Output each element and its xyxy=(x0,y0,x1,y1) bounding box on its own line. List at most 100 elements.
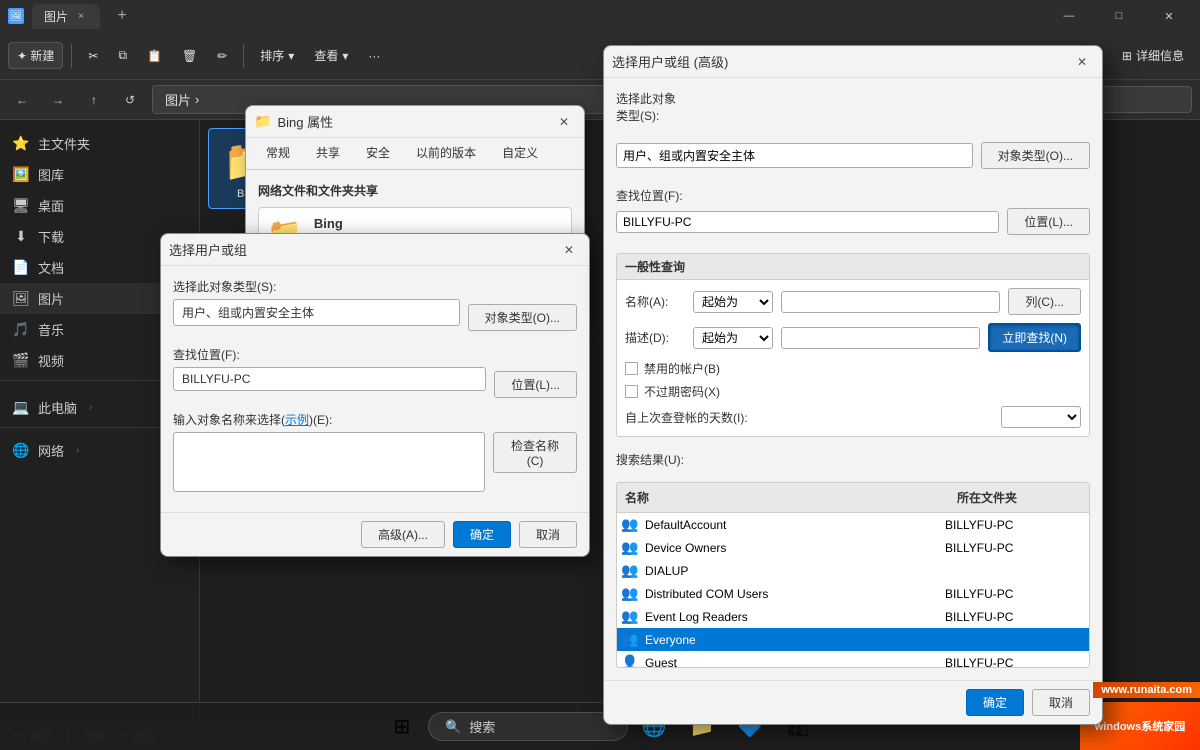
adv-cancel-btn[interactable]: 取消 xyxy=(1032,689,1090,716)
select-dialog-title: 选择用户或组 xyxy=(169,240,551,259)
disabled-account-checkbox[interactable] xyxy=(625,362,638,375)
result-row[interactable]: 👥 DIALUP xyxy=(617,559,1089,582)
sort-label: 排序 xyxy=(260,47,284,64)
result-location: BILLYFU-PC xyxy=(945,587,1085,601)
sidebar-label-documents: 文档 xyxy=(38,258,64,277)
desc-query-input[interactable] xyxy=(781,327,980,349)
network-icon: 🌐 xyxy=(12,442,30,459)
rename-button[interactable]: ✏ xyxy=(209,45,235,67)
days-select[interactable] xyxy=(1001,406,1081,428)
copy-button[interactable]: ⧉ xyxy=(110,44,135,67)
result-icon: 👥 xyxy=(621,631,641,648)
tab-share[interactable]: 共享 xyxy=(304,138,352,169)
name-condition-select[interactable]: 起始为 xyxy=(693,291,773,313)
result-row[interactable]: 👥 Everyone xyxy=(617,628,1089,651)
adv-loc-section: 查找位置(F): BILLYFU-PC 位置(L)... xyxy=(616,187,1090,235)
result-icon: 👤 xyxy=(621,654,641,667)
videos-icon: 🎬 xyxy=(12,352,30,369)
tab-general[interactable]: 常规 xyxy=(254,138,302,169)
days-label: 自上次查登帐的天数(I): xyxy=(625,409,993,426)
adv-loc-btn[interactable]: 位置(L)... xyxy=(1007,208,1090,235)
tab-close-btn[interactable]: × xyxy=(74,9,88,23)
refresh-button[interactable]: ↺ xyxy=(116,86,144,114)
detail-label: 详细信息 xyxy=(1136,47,1184,64)
search-now-btn[interactable]: 立即查找(N) xyxy=(988,323,1081,352)
select-cancel-btn[interactable]: 取消 xyxy=(519,521,577,548)
sidebar-label-downloads: 下载 xyxy=(38,227,64,246)
adv-title-bar: 选择用户或组 (高级) ✕ xyxy=(604,46,1102,78)
minimize-btn[interactable]: — xyxy=(1046,0,1092,32)
gallery-icon: 🖼️ xyxy=(12,166,30,183)
name-query-row: 名称(A): 起始为 列(C)... xyxy=(625,288,1081,315)
sort-button[interactable]: 排序▾ xyxy=(252,43,302,68)
up-button[interactable]: ↑ xyxy=(80,86,108,114)
adv-bottom-buttons: 确定 取消 xyxy=(604,680,1102,724)
sidebar-item-home[interactable]: ⭐ 主文件夹 xyxy=(0,128,199,159)
name-query-label: 名称(A): xyxy=(625,293,685,310)
bing-dialog-close[interactable]: ✕ xyxy=(552,110,576,134)
delete-icon: 🗑 xyxy=(182,49,197,63)
result-row[interactable]: 👥 Distributed COM Users BILLYFU-PC xyxy=(617,582,1089,605)
name-query-input[interactable] xyxy=(781,291,1000,313)
sidebar-item-desktop[interactable]: 🖥 桌面 xyxy=(0,190,199,221)
close-btn[interactable]: ✕ xyxy=(1146,0,1192,32)
check-name-btn[interactable]: 检查名称(C) xyxy=(493,432,577,473)
loc-btn[interactable]: 位置(L)... xyxy=(494,371,577,398)
watermark-text: windows系统家园 xyxy=(1095,718,1185,734)
start-button[interactable]: ⊞ xyxy=(380,705,424,749)
music-icon: 🎵 xyxy=(12,321,30,338)
title-bar: 🖼 图片 × + — □ ✕ xyxy=(0,0,1200,32)
type-row: 用户、组或内置安全主体 对象类型(O)... xyxy=(173,299,577,336)
new-button[interactable]: ✦ 新建 xyxy=(8,42,63,69)
result-row[interactable]: 👥 Event Log Readers BILLYFU-PC xyxy=(617,605,1089,628)
tab-security[interactable]: 安全 xyxy=(354,138,402,169)
view-button[interactable]: 查看▾ xyxy=(306,43,356,68)
forward-button[interactable]: → xyxy=(44,86,72,114)
watermark-label: www.runaita.com xyxy=(1101,684,1192,696)
select-ok-btn[interactable]: 确定 xyxy=(453,521,511,548)
cut-button[interactable]: ✂ xyxy=(80,45,106,67)
example-link[interactable]: 示例 xyxy=(285,413,309,427)
maximize-btn[interactable]: □ xyxy=(1096,0,1142,32)
cut-icon: ✂ xyxy=(88,49,98,63)
more-icon: ··· xyxy=(368,49,380,63)
advanced-btn[interactable]: 高级(A)... xyxy=(361,521,445,548)
detail-view-button[interactable]: ⊞ 详细信息 xyxy=(1114,43,1192,68)
tab-custom[interactable]: 自定义 xyxy=(490,138,550,169)
object-name-input[interactable] xyxy=(173,432,485,492)
select-dialog-body: 选择此对象类型(S): 用户、组或内置安全主体 对象类型(O)... 查找位置(… xyxy=(161,266,589,512)
adv-ok-btn[interactable]: 确定 xyxy=(966,689,1024,716)
adv-close-btn[interactable]: ✕ xyxy=(1070,50,1094,74)
explorer-tab[interactable]: 图片 × xyxy=(32,4,100,29)
taskbar-search[interactable]: 🔍 搜索 xyxy=(428,712,628,741)
result-row[interactable]: 👥 Device Owners BILLYFU-PC xyxy=(617,536,1089,559)
taskbar-search-icon: 🔍 xyxy=(445,719,461,735)
tab-add-btn[interactable]: + xyxy=(108,2,136,30)
view-label: 查看 xyxy=(314,47,338,64)
adv-title: 选择用户或组 (高级) xyxy=(612,52,1064,71)
type-btn[interactable]: 对象类型(O)... xyxy=(468,304,577,331)
result-row[interactable]: 👤 Guest BILLYFU-PC xyxy=(617,651,1089,667)
delete-button[interactable]: 🗑 xyxy=(174,45,205,67)
paste-button[interactable]: 📋 xyxy=(139,45,170,67)
result-icon: 👥 xyxy=(621,516,641,533)
tab-previous[interactable]: 以前的版本 xyxy=(404,138,488,169)
no-expire-checkbox[interactable] xyxy=(625,385,638,398)
watermark: www.runaita.com xyxy=(1093,682,1200,698)
sidebar-item-gallery[interactable]: 🖼️ 图库 xyxy=(0,159,199,190)
result-icon: 👥 xyxy=(621,539,641,556)
adv-loc-value: BILLYFU-PC xyxy=(616,211,999,233)
desc-condition-select[interactable]: 起始为 xyxy=(693,327,773,349)
rename-icon: ✏ xyxy=(217,49,227,63)
disabled-account-label: 禁用的帐户(B) xyxy=(644,360,720,377)
back-button[interactable]: ← xyxy=(8,86,36,114)
adv-type-btn[interactable]: 对象类型(O)... xyxy=(981,142,1090,169)
result-location: BILLYFU-PC xyxy=(945,541,1085,555)
more-button[interactable]: ··· xyxy=(360,45,388,67)
disabled-account-row: 禁用的帐户(B) xyxy=(625,360,1081,377)
select-dialog-close[interactable]: ✕ xyxy=(557,238,581,262)
desc-query-label: 描述(D): xyxy=(625,329,685,346)
result-row[interactable]: 👥 DefaultAccount BILLYFU-PC xyxy=(617,513,1089,536)
documents-icon: 📄 xyxy=(12,259,30,276)
col-btn[interactable]: 列(C)... xyxy=(1008,288,1081,315)
